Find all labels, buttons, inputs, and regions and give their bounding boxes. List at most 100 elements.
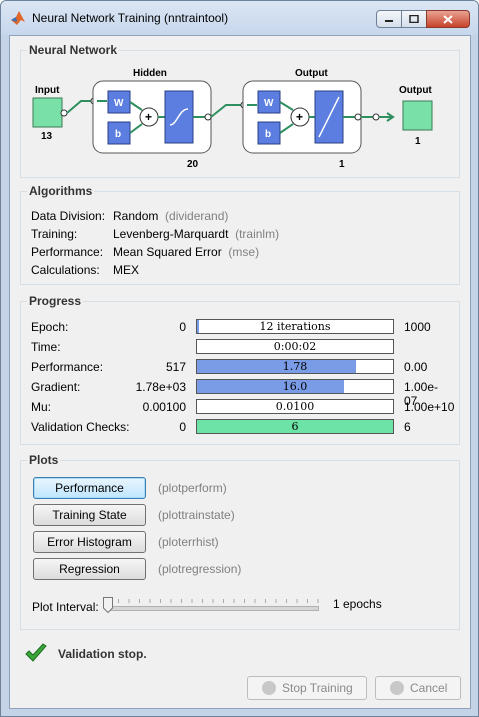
input-port bbox=[60, 109, 68, 117]
output-size: 1 bbox=[415, 136, 421, 147]
progress-label: Performance: bbox=[31, 360, 104, 374]
progress-bar: 16.0 bbox=[196, 379, 394, 394]
algorithm-function: (mse) bbox=[228, 245, 260, 259]
output-layer-label: Output bbox=[295, 68, 328, 79]
hidden-layer-size: 20 bbox=[187, 159, 199, 170]
maximize-button[interactable] bbox=[401, 10, 427, 28]
hidden-weight-symbol: W bbox=[114, 98, 124, 109]
plot-interval-value: 1 epochs bbox=[333, 597, 382, 611]
progress-bar-text: 1.78 bbox=[282, 360, 308, 373]
status-text: Validation stop. bbox=[58, 647, 147, 661]
progress-bar-text: 0:00:02 bbox=[273, 340, 317, 353]
algorithm-value: Levenberg-Marquardt bbox=[113, 227, 229, 241]
hidden-output-port bbox=[204, 113, 212, 121]
output-layer-size: 1 bbox=[339, 159, 345, 170]
progress-end-value: 6 bbox=[404, 420, 411, 434]
input-size: 13 bbox=[41, 131, 53, 142]
input-connection bbox=[66, 100, 91, 114]
output-bias-symbol: b bbox=[265, 129, 271, 140]
window-title: Neural Network Training (nntraintool) bbox=[32, 11, 229, 25]
client-area: Neural Network Input 13 Hidden W b + 20 … bbox=[9, 35, 471, 709]
network-group: Neural Network Input 13 Hidden W b + 20 … bbox=[20, 43, 460, 178]
minimize-icon bbox=[385, 20, 393, 22]
plot-training-state-button[interactable]: Training State bbox=[33, 504, 146, 526]
output-weight-symbol: W bbox=[264, 98, 274, 109]
progress-label: Time: bbox=[31, 340, 61, 354]
close-icon bbox=[443, 14, 453, 24]
algorithm-value: Mean Squared Error bbox=[113, 245, 222, 259]
matlab-logo-icon bbox=[11, 11, 25, 25]
progress-bar-text: 6 bbox=[291, 420, 299, 433]
stop-icon bbox=[262, 681, 276, 695]
progress-label: Gradient: bbox=[31, 380, 81, 394]
plot-error-histogram-button[interactable]: Error Histogram bbox=[33, 531, 146, 553]
progress-start-value: 0 bbox=[179, 420, 186, 434]
progress-row: Epoch: 0 12 iterations 1000 bbox=[31, 319, 451, 336]
output-label: Output bbox=[399, 85, 432, 96]
progress-start-value: 0 bbox=[179, 320, 186, 334]
progress-row: Validation Checks: 0 6 6 bbox=[31, 419, 451, 436]
progress-bar: 6 bbox=[196, 419, 394, 434]
progress-bar-text: 16.0 bbox=[282, 380, 308, 393]
hidden-layer-label: Hidden bbox=[133, 68, 167, 79]
training-window: Neural Network Training (nntraintool) Ne… bbox=[0, 0, 479, 717]
progress-bar-text: 12 iterations bbox=[259, 320, 331, 333]
cancel-button[interactable]: Cancel bbox=[375, 676, 461, 700]
progress-start-value: 517 bbox=[165, 360, 186, 374]
maximize-icon bbox=[409, 15, 419, 23]
plot-interval-slider[interactable] bbox=[107, 599, 319, 611]
plot-regression-button[interactable]: Regression bbox=[33, 558, 146, 580]
algorithm-key: Data Division: bbox=[31, 209, 106, 223]
slider-ticks bbox=[107, 599, 319, 603]
minimize-button[interactable] bbox=[376, 10, 402, 28]
algorithm-key: Performance: bbox=[31, 245, 104, 259]
progress-bar-text: 0.0100 bbox=[275, 400, 315, 413]
progress-bar: 1.78 bbox=[196, 359, 394, 374]
algorithm-value: Random bbox=[113, 209, 159, 223]
progress-bar: 12 iterations bbox=[196, 319, 394, 334]
plot-interval-label: Plot Interval: bbox=[32, 600, 99, 614]
algorithm-key: Calculations: bbox=[31, 263, 100, 277]
input-label: Input bbox=[35, 85, 60, 96]
algorithm-function: (trainlm) bbox=[235, 227, 280, 241]
progress-row: Time: 0:00:02 bbox=[31, 339, 451, 356]
input-block bbox=[32, 97, 63, 128]
checkmark-icon bbox=[25, 643, 47, 662]
stop-training-button[interactable]: Stop Training bbox=[247, 676, 367, 700]
plots-group: Plots Performance (plotperform) Training… bbox=[20, 453, 460, 630]
algorithm-value: MEX bbox=[113, 263, 140, 277]
output-port bbox=[372, 113, 380, 121]
plot-error-histogram-function: (ploterrhist) bbox=[158, 535, 219, 549]
progress-label: Epoch: bbox=[31, 320, 69, 334]
algorithms-group: Algorithms Data Division: Random (divide… bbox=[20, 184, 460, 285]
output-layer-port bbox=[354, 113, 362, 121]
close-button[interactable] bbox=[426, 10, 470, 28]
progress-row: Mu: 0.00100 0.0100 1.00e+10 bbox=[31, 399, 455, 416]
progress-end-value: 0.00 bbox=[404, 360, 428, 374]
network-diagram: Input 13 Hidden W b + 20 Output W b + 1 … bbox=[32, 68, 433, 170]
progress-row: Performance: 517 1.78 0.00 bbox=[31, 359, 451, 376]
progress-group: Progress Epoch: 0 12 iterations 1000 Time: 0:… bbox=[20, 294, 460, 445]
progress-label: Mu: bbox=[31, 400, 52, 414]
hidden-bias-symbol: b bbox=[115, 129, 121, 140]
plots-section-title: Plots bbox=[27, 453, 61, 467]
hidden-sum-symbol: + bbox=[145, 110, 152, 124]
plot-performance-button[interactable]: Performance bbox=[33, 477, 146, 499]
progress-end-value: 1000 bbox=[404, 320, 431, 334]
slider-thumb-icon[interactable] bbox=[103, 597, 113, 613]
output-block bbox=[402, 100, 433, 131]
output-sum-symbol: + bbox=[296, 110, 303, 124]
progress-end-value: 1.00e+10 bbox=[404, 400, 455, 414]
progress-row: Gradient: 1.78e+03 16.0 1.00e-07 bbox=[31, 379, 451, 408]
title-bar[interactable]: Neural Network Training (nntraintool) bbox=[1, 1, 478, 35]
algorithm-function: (dividerand) bbox=[165, 209, 229, 223]
progress-start-value: 0.00100 bbox=[142, 400, 186, 414]
progress-start-value: 1.78e+03 bbox=[135, 380, 186, 394]
progress-bar: 0.0100 bbox=[196, 399, 394, 414]
output-arrow-icon bbox=[379, 112, 395, 122]
progress-bar: 0:00:02 bbox=[196, 339, 394, 354]
plot-training-state-function: (plottrainstate) bbox=[158, 508, 235, 522]
plot-regression-function: (plotregression) bbox=[158, 562, 242, 576]
progress-section-title: Progress bbox=[27, 294, 84, 308]
cancel-label: Cancel bbox=[410, 681, 448, 695]
